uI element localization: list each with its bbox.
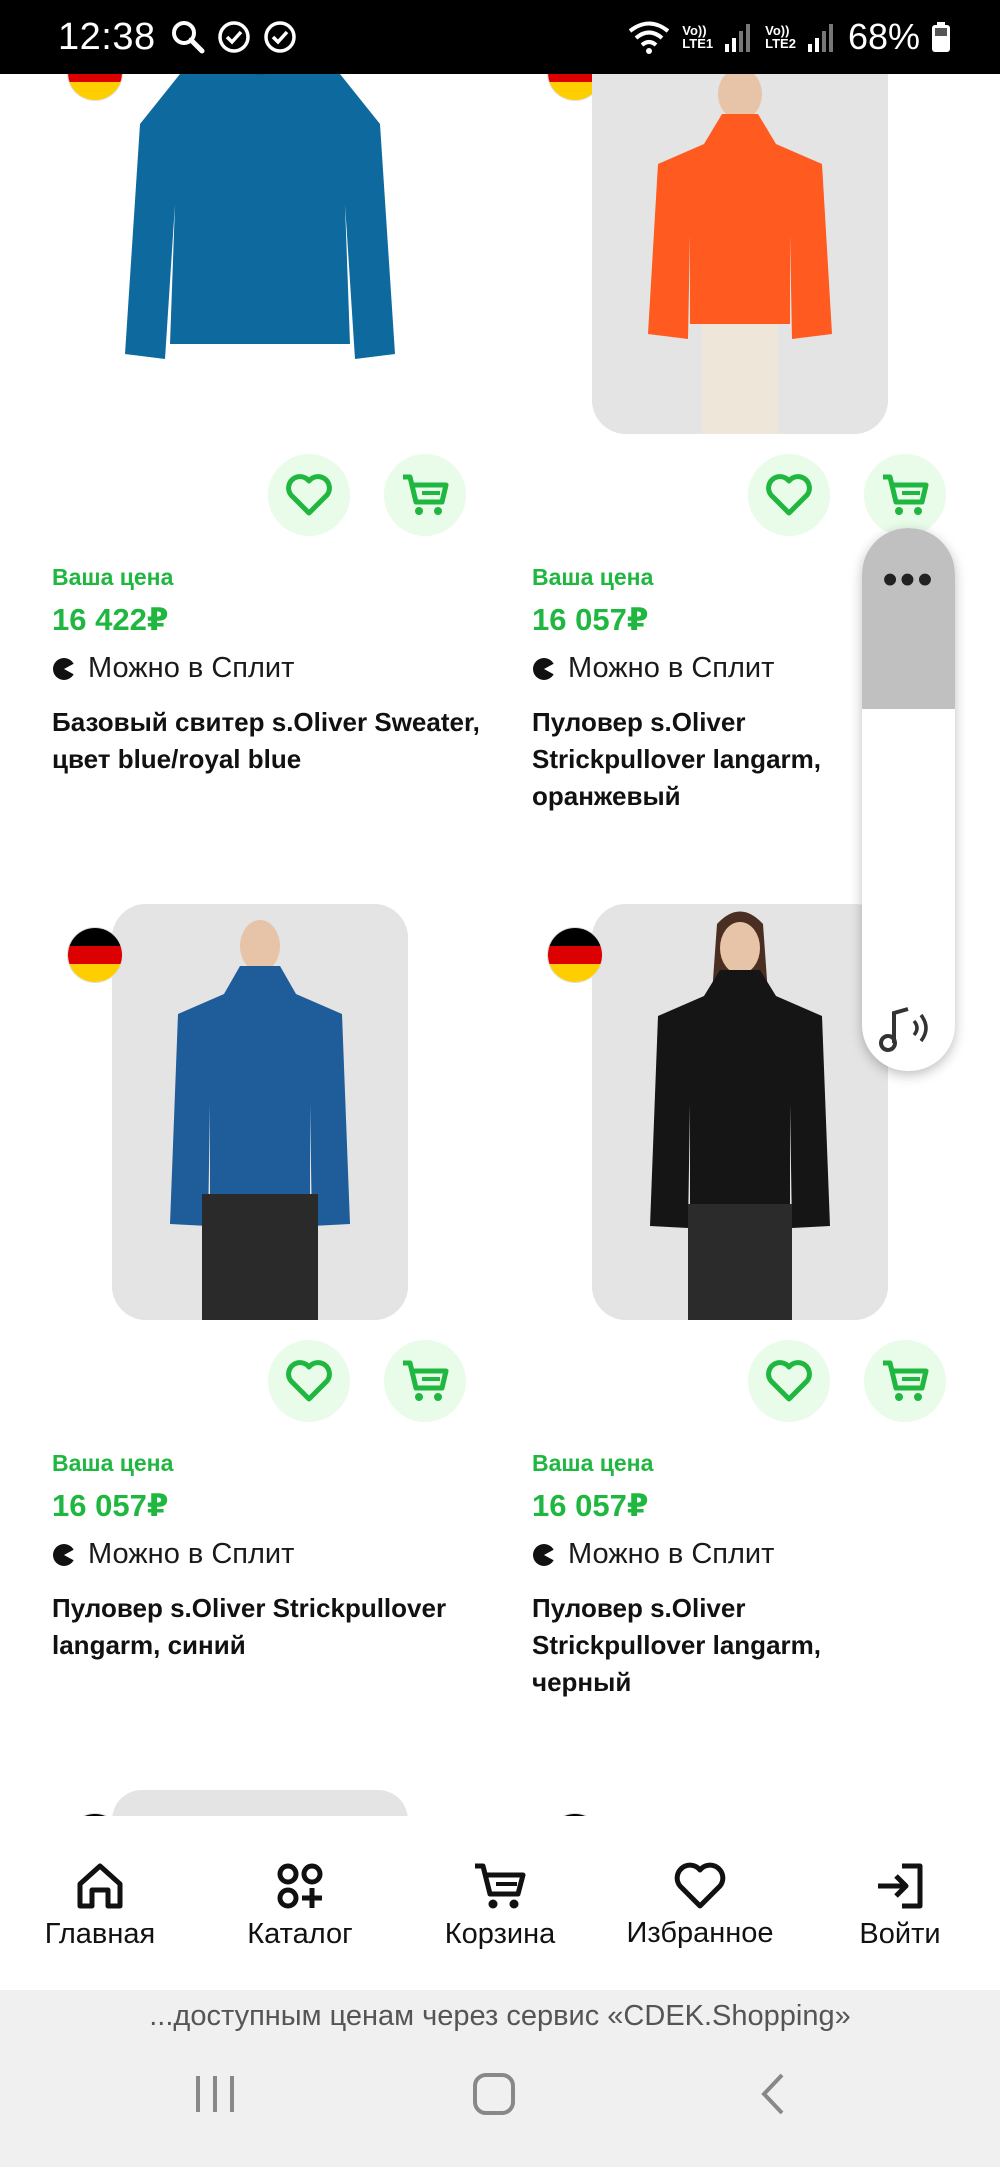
status-right-icons: Vo)) LTE1 Vo)) LTE2 68% [628, 16, 950, 58]
product-card[interactable]: Ваша цена 16 422₽ Можно в Сплит Базовый … [0, 74, 500, 834]
more-icon[interactable]: ••• [862, 558, 955, 602]
add-to-cart-button[interactable] [864, 1340, 946, 1422]
search-icon [171, 21, 205, 54]
login-icon [878, 1863, 923, 1908]
split-text: Можно в Сплит [568, 1538, 775, 1570]
catalog-icon [277, 1863, 323, 1908]
price: 16 057₽ [52, 1488, 169, 1523]
add-to-cart-button[interactable] [864, 454, 946, 536]
model-illustration [112, 904, 408, 1320]
nav-label: Войти [859, 1917, 941, 1950]
nav-label: Корзина [444, 1917, 556, 1950]
price: 16 057₽ [532, 602, 649, 637]
favorite-button[interactable] [748, 454, 830, 536]
status-time: 12:38 [58, 15, 156, 58]
nav-label: Избранное [626, 1916, 774, 1949]
cart-icon [403, 474, 449, 515]
promo-banner[interactable]: ...доступным ценам через сервис «CDEK.Sh… [0, 1990, 1000, 2042]
battery-percent: 68% [847, 16, 920, 57]
germany-flag-icon [68, 928, 122, 982]
nav-login[interactable]: Войти [805, 1860, 995, 1951]
price-label: Ваша цена [52, 1450, 174, 1476]
split-badge: Можно в Сплит [532, 652, 774, 685]
wifi-icon [629, 21, 670, 54]
product-grid: Ваша цена 16 422₽ Можно в Сплит Базовый … [0, 74, 1000, 1816]
status-left-icons [170, 19, 298, 55]
product-image[interactable] [110, 74, 410, 374]
price-label: Ваша цена [52, 564, 174, 590]
price-label: Ваша цена [532, 1450, 654, 1476]
product-image[interactable] [592, 904, 888, 1320]
card-actions [748, 454, 946, 536]
price: 16 057₽ [532, 1488, 649, 1523]
split-badge: Можно в Сплит [52, 652, 294, 685]
check-circle-icon [263, 21, 296, 53]
model-illustration [592, 904, 888, 1320]
product-title[interactable]: Базовый свитер s.Oliver Sweater, цвет bl… [52, 704, 492, 778]
favorite-button[interactable] [268, 1340, 350, 1422]
price: 16 422₽ [52, 602, 169, 637]
split-text: Можно в Сплит [88, 1538, 295, 1570]
back-icon[interactable] [758, 2072, 788, 2116]
status-bar: 12:38 Vo)) LTE1 Vo)) LTE2 68% [0, 0, 1000, 74]
card-actions [268, 454, 466, 536]
product-image[interactable] [592, 74, 888, 434]
add-to-cart-button[interactable] [384, 1340, 466, 1422]
card-actions [268, 1340, 466, 1422]
product-image[interactable] [112, 1790, 408, 1816]
system-navigation-bar [0, 2042, 1000, 2167]
home-button-icon[interactable] [472, 2072, 516, 2116]
split-icon [53, 1543, 76, 1566]
cart-icon [403, 1360, 449, 1401]
nav-favorites[interactable]: Избранное [605, 1861, 795, 1950]
heart-icon [766, 1360, 812, 1402]
split-text: Можно в Сплит [568, 652, 775, 684]
nav-cart[interactable]: Корзина [405, 1860, 595, 1951]
sound-icon[interactable] [878, 1003, 938, 1053]
product-image[interactable] [112, 904, 408, 1320]
favorite-button[interactable] [748, 1340, 830, 1422]
cart-icon [475, 1863, 526, 1908]
price-label: Ваша цена [532, 564, 654, 590]
battery-icon [932, 22, 950, 52]
nav-catalog[interactable]: Каталог [205, 1860, 395, 1951]
home-icon [77, 1863, 123, 1908]
product-title[interactable]: Пуловер s.Oliver Strickpullover langarm,… [532, 1590, 862, 1701]
add-to-cart-button[interactable] [384, 454, 466, 536]
card-actions [748, 1340, 946, 1422]
signal-icon [725, 24, 751, 52]
product-title[interactable]: Пуловер s.Oliver Strickpullover langarm,… [52, 1590, 492, 1664]
cart-icon [883, 1360, 929, 1401]
split-icon [533, 657, 556, 680]
product-card[interactable]: Ваша цена 16 057₽ Можно в Сплит Пуловер … [0, 904, 500, 1784]
cart-icon [883, 474, 929, 515]
nav-label: Главная [44, 1917, 156, 1950]
check-circle-icon [217, 21, 250, 53]
heart-icon [286, 1360, 332, 1402]
split-icon [53, 657, 76, 680]
heart-icon [766, 474, 812, 516]
product-title[interactable]: Пуловер s.Oliver Strickpullover langarm,… [532, 704, 862, 815]
signal-icon [807, 24, 833, 52]
sim2-label: Vo)) LTE2 [765, 23, 796, 51]
split-icon [533, 1543, 556, 1566]
model-illustration [592, 74, 888, 434]
split-text: Можно в Сплит [88, 652, 295, 684]
sim1-label: Vo)) LTE1 [682, 23, 714, 51]
floating-side-panel[interactable]: ••• [862, 528, 955, 1071]
heart-icon [286, 474, 332, 516]
germany-flag-icon [548, 928, 602, 982]
favorite-button[interactable] [268, 454, 350, 536]
nav-home[interactable]: Главная [5, 1860, 195, 1951]
bottom-navigation: Главная Каталог Корзина Избранное Войти [0, 1816, 1000, 1990]
split-badge: Можно в Сплит [532, 1538, 774, 1571]
nav-label: Каталог [247, 1917, 353, 1950]
split-badge: Можно в Сплит [52, 1538, 294, 1571]
heart-icon [674, 1862, 726, 1908]
recent-apps-icon[interactable] [190, 2072, 240, 2116]
